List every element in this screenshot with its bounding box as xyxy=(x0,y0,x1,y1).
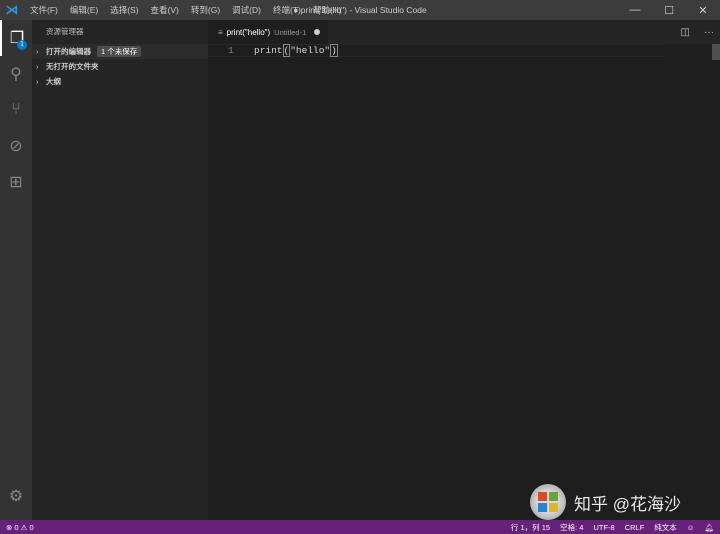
tab-untitled-1[interactable]: ≡ print("hello") Untitled-1 xyxy=(208,20,329,44)
watermark: 知乎 @花海沙 xyxy=(530,484,681,520)
more-actions-icon[interactable]: ··· xyxy=(704,27,714,38)
unsaved-dot-icon[interactable] xyxy=(314,29,321,35)
close-button[interactable]: ✕ xyxy=(686,0,720,20)
menu-file[interactable]: 文件(F) xyxy=(24,0,64,20)
file-icon: ≡ xyxy=(218,27,223,37)
cursor-position[interactable]: 行 1，列 15 xyxy=(511,522,550,533)
feedback-icon[interactable]: ☺ xyxy=(687,523,695,532)
maximize-button[interactable]: ☐ xyxy=(652,0,686,20)
gear-icon[interactable]: ⚙ xyxy=(0,478,32,514)
watermark-text: 知乎 @花海沙 xyxy=(574,494,681,514)
debug-icon[interactable]: ⊘ xyxy=(0,128,32,164)
line-number: 1 xyxy=(228,45,234,56)
tab-title: print("hello") xyxy=(226,27,271,37)
code-line[interactable]: 1 print("hello") xyxy=(208,44,664,57)
menu-selection[interactable]: 选择(S) xyxy=(104,0,144,20)
split-editor-icon[interactable]: ◫ xyxy=(681,27,690,38)
minimize-button[interactable]: — xyxy=(618,0,652,20)
problems-indicator[interactable]: ⊗ 0 ⚠ 0 xyxy=(6,523,34,532)
unsaved-badge: 1 xyxy=(17,40,27,50)
encoding[interactable]: UTF-8 xyxy=(593,523,614,532)
activity-bar: ❐ 1 ⚲ ⑂ ⊘ ⊞ ⚙ xyxy=(0,20,32,520)
menu-edit[interactable]: 编辑(E) xyxy=(64,0,104,20)
menu-bar: 文件(F) 编辑(E) 选择(S) 查看(V) 转到(G) 调试(D) 终端(T… xyxy=(24,0,348,20)
source-control-icon[interactable]: ⑂ xyxy=(0,92,32,128)
status-bar: ⊗ 0 ⚠ 0 行 1，列 15 空格: 4 UTF-8 CRLF 纯文本 ☺ … xyxy=(0,520,720,534)
editor-area: ≡ print("hello") Untitled-1 ◫ ··· 1 prin… xyxy=(208,20,720,520)
menu-go[interactable]: 转到(G) xyxy=(185,0,226,20)
menu-view[interactable]: 查看(V) xyxy=(145,0,185,20)
sidebar-title: 资源管理器 xyxy=(46,27,84,36)
indentation[interactable]: 空格: 4 xyxy=(560,522,583,533)
extensions-icon[interactable]: ⊞ xyxy=(0,164,32,200)
editor-tabs: ≡ print("hello") Untitled-1 ◫ ··· xyxy=(208,20,720,44)
scrollbar[interactable] xyxy=(712,44,720,60)
windows-logo-icon xyxy=(530,484,566,520)
explorer-sidebar: 资源管理器 › 打开的编辑器 1 个未保存 › 无打开的文件夹 › 大纲 xyxy=(32,20,208,520)
code-function: print xyxy=(254,45,283,56)
section-label: 大纲 xyxy=(46,77,61,86)
language-mode[interactable]: 纯文本 xyxy=(654,522,677,533)
line-ending[interactable]: CRLF xyxy=(625,523,645,532)
menu-debug[interactable]: 调试(D) xyxy=(226,0,267,20)
tab-description: Untitled-1 xyxy=(274,27,307,37)
warning-count: 0 xyxy=(29,522,34,532)
section-label: 无打开的文件夹 xyxy=(46,62,99,71)
vscode-logo-icon: ⋊ xyxy=(5,2,19,17)
menu-terminal[interactable]: 终端(T) xyxy=(267,0,307,20)
chevron-right-icon: › xyxy=(36,77,39,86)
section-no-folder[interactable]: › 无打开的文件夹 xyxy=(32,59,208,74)
code-text[interactable]: print("hello") xyxy=(254,44,338,57)
explorer-icon[interactable]: ❐ 1 xyxy=(0,20,32,56)
chevron-right-icon: › xyxy=(36,62,39,71)
search-icon[interactable]: ⚲ xyxy=(0,56,32,92)
unsaved-count-badge: 1 个未保存 xyxy=(97,46,142,57)
bracket-close: ) xyxy=(330,44,338,57)
section-open-editors[interactable]: › 打开的编辑器 1 个未保存 xyxy=(32,44,208,59)
section-outline[interactable]: › 大纲 xyxy=(32,74,208,89)
menu-help[interactable]: 帮助(H) xyxy=(307,0,348,20)
title-bar: ⋊ 文件(F) 编辑(E) 选择(S) 查看(V) 转到(G) 调试(D) 终端… xyxy=(0,0,720,20)
chevron-right-icon: › xyxy=(36,47,39,56)
section-label: 打开的编辑器 xyxy=(46,47,91,56)
error-count: 0 xyxy=(14,522,19,532)
code-string: "hello" xyxy=(290,45,331,56)
notification-bell-icon[interactable]: 🔔︎ xyxy=(704,523,714,532)
